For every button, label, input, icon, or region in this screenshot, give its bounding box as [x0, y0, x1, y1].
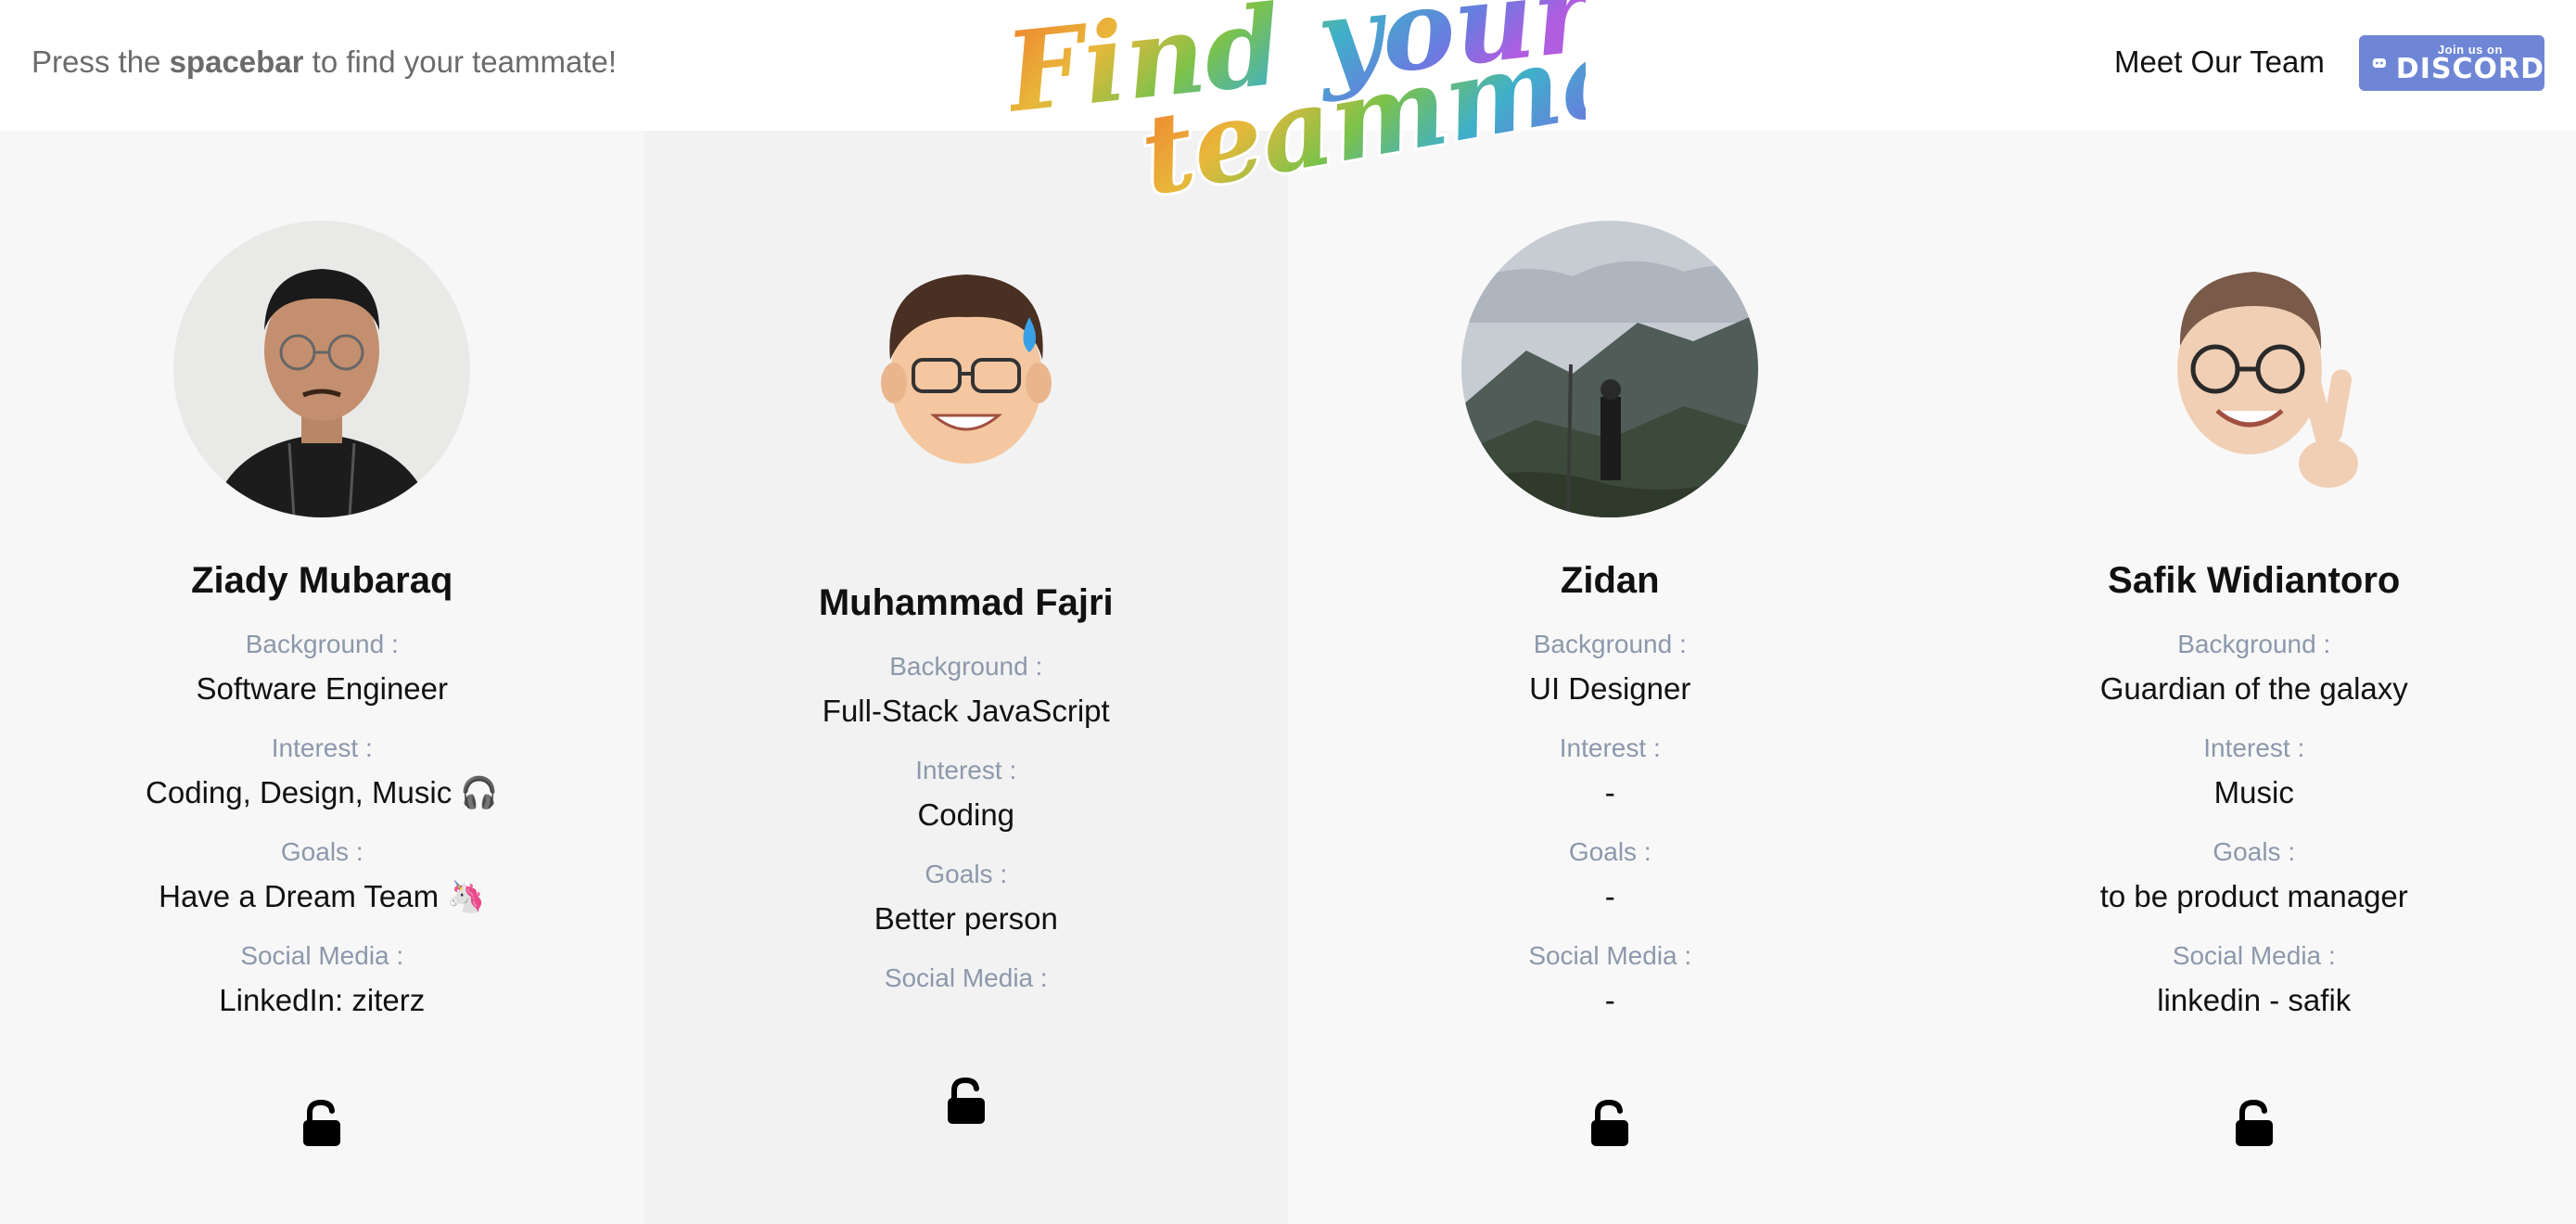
social-media-label: Social Media : [240, 941, 404, 970]
meet-our-team-link[interactable]: Meet Our Team [2114, 45, 2325, 80]
social-media-value: linkedin - safik [2157, 983, 2352, 1017]
background-label: Background : [1533, 630, 1687, 658]
team-columns: Ziady Mubaraq Background : Software Engi… [0, 131, 2576, 1224]
interest-value: Coding [917, 797, 1015, 832]
hint-bold: spacebar [169, 45, 304, 79]
background-value: Guardian of the galaxy [2099, 671, 2408, 706]
background-value: Full-Stack JavaScript [822, 694, 1110, 728]
find-your-teammate-logo: Find your teammate! [1011, 0, 1586, 209]
discord-icon [2372, 58, 2386, 68]
goals-label: Goals : [280, 837, 363, 866]
member-card: Muhammad Fajri Background : Full-Stack J… [644, 131, 1288, 1224]
background-value: UI Designer [1529, 671, 1691, 706]
member-card: Zidan Background : UI Designer Interest … [1288, 131, 1932, 1224]
avatar-photo-mountain [1461, 221, 1759, 517]
unlock-icon[interactable] [945, 1077, 988, 1126]
interest-value: Coding, Design, Music 🎧 [146, 775, 499, 810]
unlock-icon[interactable] [300, 1100, 343, 1148]
goals-value: Have a Dream Team 🦄 [159, 879, 486, 913]
goals-value: - [1604, 879, 1615, 913]
social-media-label: Social Media : [1528, 941, 1692, 970]
interest-value: - [1604, 775, 1615, 810]
social-media-label: Social Media : [2172, 941, 2336, 970]
discord-big-text: DISCORD [2395, 52, 2544, 85]
member-name: Zidan [1560, 560, 1660, 601]
spacebar-hint: Press the spacebar to find your teammate… [32, 45, 617, 80]
member-name: Muhammad Fajri [818, 582, 1114, 623]
interest-label: Interest : [271, 733, 373, 762]
interest-value: Music [2213, 775, 2294, 810]
goals-label: Goals : [1568, 837, 1651, 866]
avatar-memoji-sweat [880, 274, 1052, 464]
interest-label: Interest : [1559, 733, 1661, 762]
goals-value: to be product manager [2099, 879, 2408, 913]
goals-label: Goals : [2213, 837, 2296, 866]
member-card: Safik Widiantoro Background : Guardian o… [1932, 131, 2576, 1224]
background-label: Background : [889, 652, 1043, 681]
interest-label: Interest : [2203, 733, 2305, 762]
hint-suffix: to find your teammate! [303, 45, 618, 79]
goals-label: Goals : [925, 860, 1008, 888]
background-label: Background : [2177, 630, 2331, 658]
social-media-value: LinkedIn: ziterz [219, 983, 426, 1017]
social-media-value: - [1604, 983, 1615, 1017]
member-name: Safik Widiantoro [2108, 560, 2401, 601]
unlock-icon[interactable] [2233, 1100, 2276, 1148]
background-label: Background : [245, 630, 399, 658]
avatar-photo-portrait [173, 221, 471, 517]
unlock-icon[interactable] [1588, 1100, 1631, 1148]
hint-prefix: Press the [32, 45, 170, 79]
background-value: Software Engineer [196, 671, 449, 706]
discord-button[interactable]: Join us on DISCORD [2359, 35, 2544, 91]
member-name: Ziady Mubaraq [191, 560, 453, 601]
interest-label: Interest : [915, 756, 1017, 784]
discord-label: Join us on DISCORD [2396, 44, 2544, 83]
goals-value: Better person [874, 901, 1058, 936]
member-card: Ziady Mubaraq Background : Software Engi… [0, 131, 644, 1224]
avatar-memoji-fingers-crossed [2176, 272, 2358, 488]
social-media-label: Social Media : [884, 963, 1048, 992]
